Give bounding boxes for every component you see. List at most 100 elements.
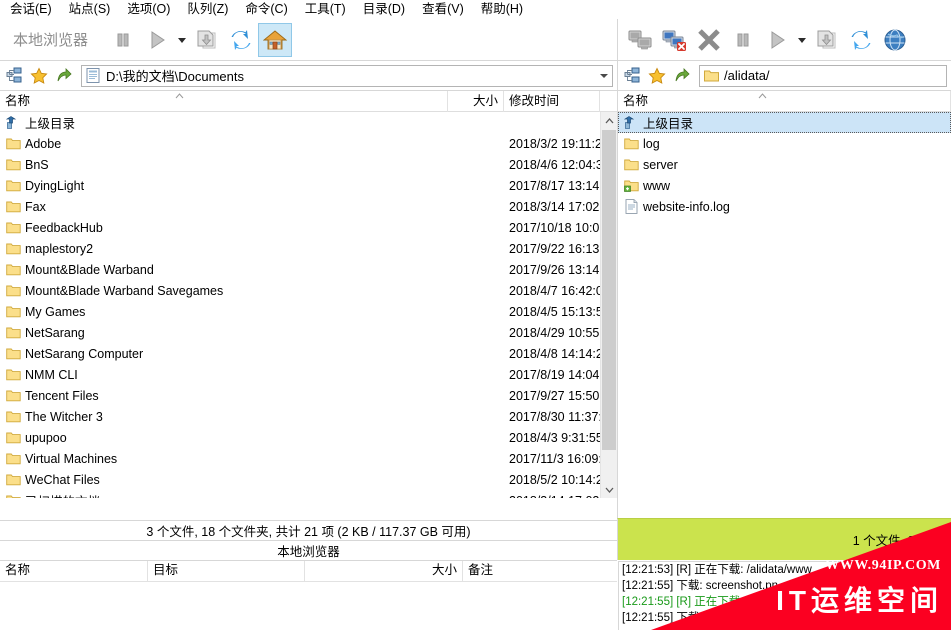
table-row[interactable]: NMM CLI 2017/8/19 14:04:56: [0, 364, 617, 385]
folder-link-icon: [622, 179, 640, 192]
local-path-dropdown[interactable]: [595, 66, 612, 86]
start-dropdown-button-remote[interactable]: [794, 23, 810, 57]
file-name-label: upupoo: [25, 430, 67, 445]
menu-item-command[interactable]: 命令(C): [237, 0, 296, 19]
table-row[interactable]: The Witcher 3 2017/8/30 11:37:31: [0, 406, 617, 427]
favorite-button[interactable]: [28, 65, 50, 87]
stop-button[interactable]: [692, 23, 726, 57]
log-panel[interactable]: [12:21:53] [R] 正在下载: /alidata/www [12:21:…: [618, 561, 951, 630]
file-name-label: The Witcher 3: [25, 409, 103, 424]
column-header-name-remote[interactable]: 名称: [618, 90, 951, 112]
file-name-cell: upupoo: [0, 431, 448, 445]
folder-icon: [4, 326, 22, 339]
menu-item-queue[interactable]: 队列(Z): [179, 0, 237, 19]
menu-item-directory[interactable]: 目录(D): [355, 0, 414, 19]
globe-button[interactable]: [878, 23, 912, 57]
table-row[interactable]: Mount&Blade Warband Savegames 2018/4/7 16…: [0, 280, 617, 301]
file-name-label: BnS: [25, 157, 49, 172]
file-modified-cell: 2018/3/14 17:02:51: [509, 199, 617, 214]
menu-item-site[interactable]: 站点(S): [61, 0, 120, 19]
table-row[interactable]: Mount&Blade Warband 2017/9/26 13:14:37: [0, 259, 617, 280]
disconnect-button[interactable]: [658, 23, 692, 57]
column-header-modified[interactable]: 修改时间: [504, 90, 600, 112]
globe-icon: [884, 29, 906, 50]
table-row[interactable]: 上级目录: [618, 112, 951, 133]
folder-icon: [5, 243, 21, 255]
chevron-down-icon: [798, 37, 806, 43]
queue-column-header: 名称 目标 大小 备注: [0, 561, 617, 582]
start-button-remote[interactable]: [760, 23, 794, 57]
menu-item-options[interactable]: 选项(O): [119, 0, 179, 19]
folder-icon: [4, 158, 22, 171]
table-row[interactable]: website-info.log: [618, 196, 951, 217]
scroll-down-button[interactable]: [601, 481, 617, 498]
table-row[interactable]: Fax 2018/3/14 17:02:51: [0, 196, 617, 217]
pause-button-remote[interactable]: [726, 23, 760, 57]
table-row[interactable]: log: [618, 133, 951, 154]
table-row[interactable]: www: [618, 175, 951, 196]
home-button[interactable]: [258, 22, 293, 57]
table-row[interactable]: My Games 2018/4/5 15:13:57: [0, 301, 617, 322]
table-row[interactable]: upupoo 2018/4/3 9:31:55: [0, 427, 617, 448]
file-name-cell: BnS: [0, 158, 448, 172]
table-row[interactable]: Virtual Machines 2017/11/3 16:09:10: [0, 448, 617, 469]
table-row[interactable]: Adobe 2018/3/2 19:11:20: [0, 133, 617, 154]
table-row[interactable]: Tencent Files 2017/9/27 15:50:06: [0, 385, 617, 406]
play-icon: [151, 30, 165, 49]
column-header-name[interactable]: 名称: [0, 90, 448, 112]
tree-toggle-button[interactable]: [3, 65, 25, 87]
remote-file-list[interactable]: 上级目录 log server www website-info.log: [618, 112, 951, 498]
table-row[interactable]: WeChat Files 2018/5/2 10:14:25: [0, 469, 617, 490]
refresh-button[interactable]: [224, 23, 258, 57]
table-row[interactable]: 已扫描的文档 2018/3/14 17:02:43: [0, 490, 617, 498]
queue-column-size[interactable]: 大小: [305, 561, 463, 581]
table-row[interactable]: server: [618, 154, 951, 175]
menu-item-session[interactable]: 会话(E): [2, 0, 61, 19]
table-row[interactable]: maplestory2 2017/9/22 16:13:11: [0, 238, 617, 259]
start-dropdown-button[interactable]: [174, 23, 190, 57]
queue-column-note[interactable]: 备注: [463, 561, 617, 581]
folder-icon: [4, 305, 22, 318]
folder-link-icon: [623, 180, 639, 192]
connect-button[interactable]: [624, 23, 658, 57]
local-vertical-scrollbar[interactable]: [600, 112, 617, 498]
table-row[interactable]: NetSarang Computer 2018/4/8 14:14:25: [0, 343, 617, 364]
file-name-cell: website-info.log: [618, 199, 951, 214]
folder-icon: [5, 264, 21, 276]
file-name-label: maplestory2: [25, 241, 94, 256]
pause-button[interactable]: [106, 23, 140, 57]
go-up-button[interactable]: [53, 65, 75, 87]
refresh-button-remote[interactable]: [844, 23, 878, 57]
table-row[interactable]: 上级目录: [0, 112, 617, 133]
table-row[interactable]: FeedbackHub 2017/10/18 10:07:11: [0, 217, 617, 238]
transfer-button-remote[interactable]: [810, 23, 844, 57]
local-browser-title: 本地浏览器: [13, 32, 89, 49]
table-row[interactable]: BnS 2018/4/6 12:04:34: [0, 154, 617, 175]
start-button[interactable]: [140, 23, 174, 57]
menu-item-help[interactable]: 帮助(H): [473, 0, 532, 19]
folder-icon: [702, 69, 720, 82]
table-row[interactable]: DyingLight 2017/8/17 13:14:26: [0, 175, 617, 196]
menu-item-tools[interactable]: 工具(T): [297, 0, 355, 19]
file-name-cell: DyingLight: [0, 179, 448, 193]
tree-toggle-button-remote[interactable]: [621, 65, 643, 87]
go-up-button-remote[interactable]: [671, 65, 693, 87]
column-header-size[interactable]: 大小: [448, 90, 504, 112]
scrollbar-thumb[interactable]: [602, 130, 616, 450]
folder-icon: [5, 306, 21, 318]
file-panes: 名称 大小 修改时间 上级目录 Adobe 2018/3/2 19:11:20 BnS…: [0, 90, 951, 520]
menu-item-view[interactable]: 查看(V): [414, 0, 473, 19]
folder-icon: [4, 221, 22, 234]
queue-column-name[interactable]: 名称: [0, 561, 148, 581]
favorite-button-remote[interactable]: [646, 65, 668, 87]
scroll-up-button[interactable]: [601, 112, 617, 129]
local-file-pane: 名称 大小 修改时间 上级目录 Adobe 2018/3/2 19:11:20 BnS…: [0, 90, 617, 520]
transfer-button[interactable]: [190, 23, 224, 57]
local-file-list[interactable]: 上级目录 Adobe 2018/3/2 19:11:20 BnS 2018/4/6 12…: [0, 112, 617, 498]
folder-icon: [4, 137, 22, 150]
local-path-combo[interactable]: D:\我的文档\Documents: [81, 64, 613, 87]
remote-path-combo[interactable]: /alidata/: [699, 64, 947, 87]
table-row[interactable]: NetSarang 2018/4/29 10:55:31: [0, 322, 617, 343]
folder-icon: [4, 368, 22, 381]
queue-column-target[interactable]: 目标: [148, 561, 305, 581]
